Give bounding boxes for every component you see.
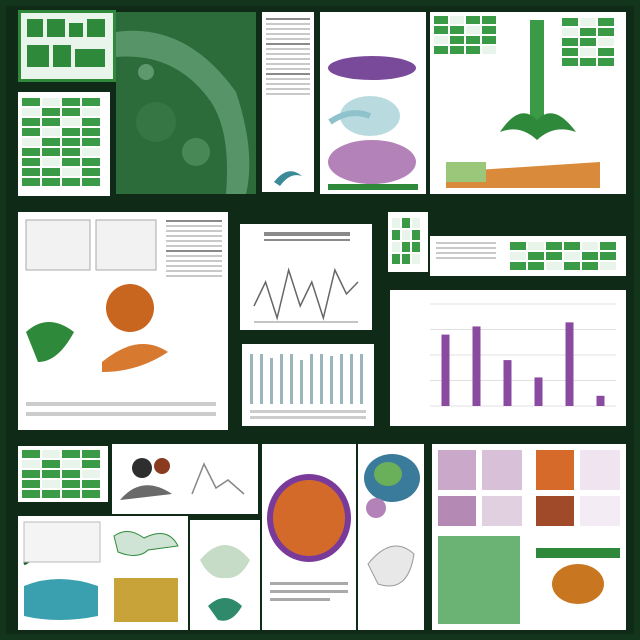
photo-grid-panel xyxy=(432,444,626,630)
micrograph-panel xyxy=(116,12,256,194)
specimen-panel xyxy=(320,12,426,194)
bar-chart-panel xyxy=(390,290,626,426)
bar xyxy=(503,360,512,406)
cells-panel xyxy=(358,444,424,630)
bar xyxy=(472,326,481,406)
line-chart xyxy=(253,267,359,323)
leaf-icon xyxy=(27,19,105,67)
specimen-grid-panel xyxy=(18,516,188,630)
tuber-icon xyxy=(267,474,351,601)
illustration-panel xyxy=(18,212,228,430)
table-panel-2 xyxy=(388,212,428,272)
chart-info-panel xyxy=(430,236,626,276)
bar xyxy=(565,322,574,406)
mushroom-icon xyxy=(120,458,245,500)
line-chart-panel xyxy=(240,224,372,330)
bar xyxy=(441,334,450,406)
series-line xyxy=(253,267,359,321)
logo-panel xyxy=(18,10,116,82)
plant-diagram-panel xyxy=(430,12,626,194)
bar xyxy=(534,377,543,406)
plant-icon xyxy=(274,171,302,186)
cross-section-panel xyxy=(190,520,260,630)
mushroom-panel xyxy=(112,444,258,514)
text-panel-1 xyxy=(262,12,314,192)
bar-chart xyxy=(430,303,616,407)
bar xyxy=(596,395,605,406)
tuber-panel xyxy=(262,444,356,630)
bar-chart-panel-small xyxy=(242,344,374,426)
table-panel-3 xyxy=(18,446,108,502)
table-panel-1 xyxy=(18,92,110,196)
